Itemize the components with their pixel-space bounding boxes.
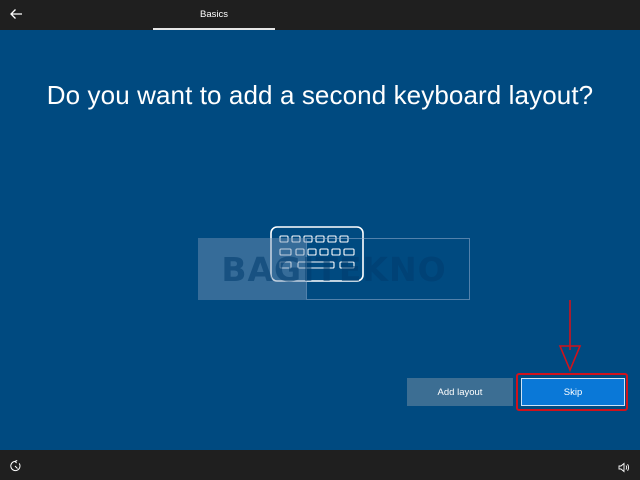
tab-basics-label: Basics (200, 8, 228, 20)
skip-label: Skip (563, 386, 583, 398)
ease-of-access-button[interactable] (9, 459, 21, 472)
volume-icon (618, 462, 630, 473)
volume-button[interactable] (618, 460, 630, 473)
watermark: BAGITEKNO (198, 238, 470, 300)
setup-screen: Basics Do you want to add a second keybo… (0, 0, 640, 480)
add-layout-label: Add layout (437, 386, 483, 398)
annotation-arrow (558, 300, 582, 372)
skip-button[interactable]: Skip (521, 378, 625, 406)
ease-of-access-icon (10, 460, 21, 472)
add-layout-button[interactable]: Add layout (407, 378, 513, 406)
watermark-text: BAGITEKNO (221, 249, 447, 289)
page-title: Do you want to add a second keyboard lay… (46, 80, 594, 110)
back-arrow-icon (10, 9, 22, 19)
back-button[interactable] (6, 4, 26, 24)
tab-basics: Basics (153, 0, 275, 30)
bottom-bar (0, 450, 640, 480)
top-bar: Basics (0, 0, 640, 30)
